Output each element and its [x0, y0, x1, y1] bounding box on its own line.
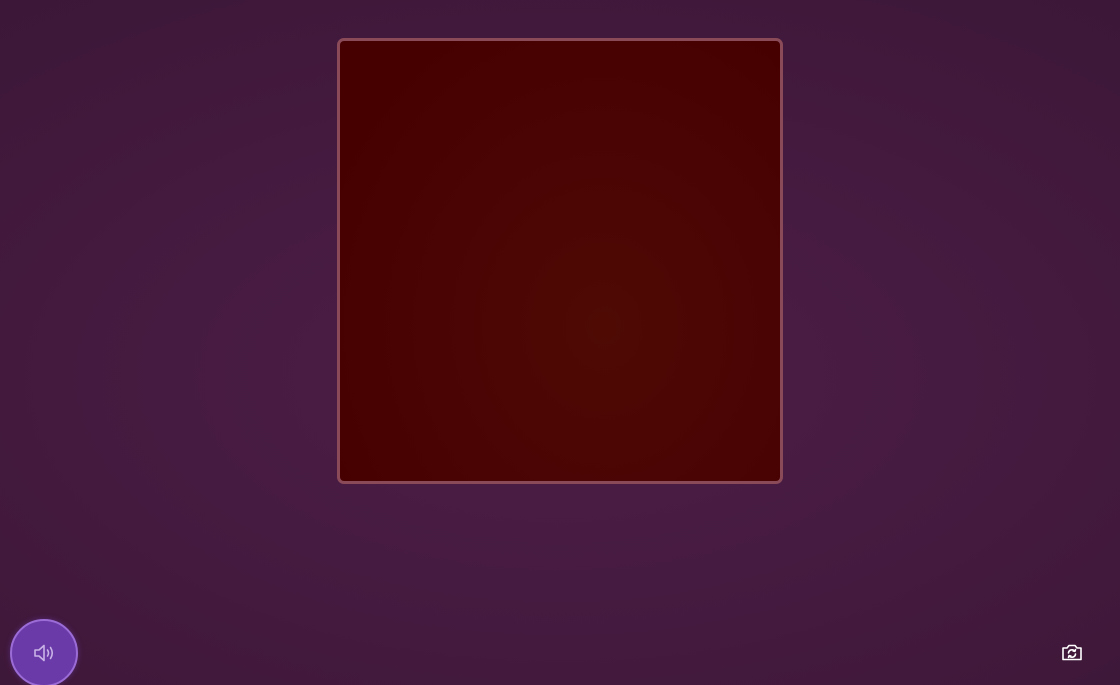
sound-toggle-button[interactable] — [10, 619, 78, 685]
switch-camera-button[interactable] — [1058, 638, 1086, 666]
speaker-volume-icon — [32, 642, 56, 664]
camera-viewfinder — [337, 38, 783, 484]
switch-camera-icon — [1060, 641, 1084, 663]
